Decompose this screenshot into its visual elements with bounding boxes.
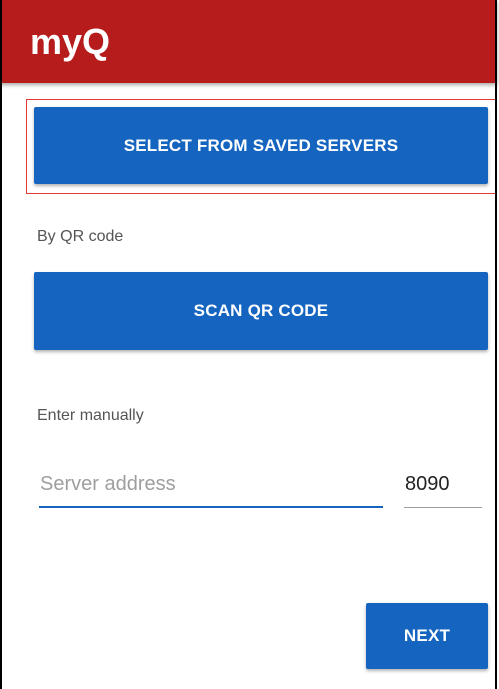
logo-text: myQ [30,24,110,62]
qr-section-label: By QR code [37,228,124,245]
select-saved-servers-button[interactable]: SELECT FROM SAVED SERVERS [34,107,488,184]
select-saved-servers-label: SELECT FROM SAVED SERVERS [123,135,399,155]
port-input[interactable] [404,462,482,508]
next-label: NEXT [403,626,451,645]
next-button[interactable]: NEXT [366,603,488,669]
scan-qr-code-button[interactable]: SCAN QR CODE [34,272,488,350]
app-header: myQ [0,0,497,83]
manual-section-label: Enter manually [37,407,144,424]
scan-qr-code-label: SCAN QR CODE [193,301,329,320]
myq-logo: myQ [30,24,110,62]
server-address-input[interactable] [39,462,383,508]
